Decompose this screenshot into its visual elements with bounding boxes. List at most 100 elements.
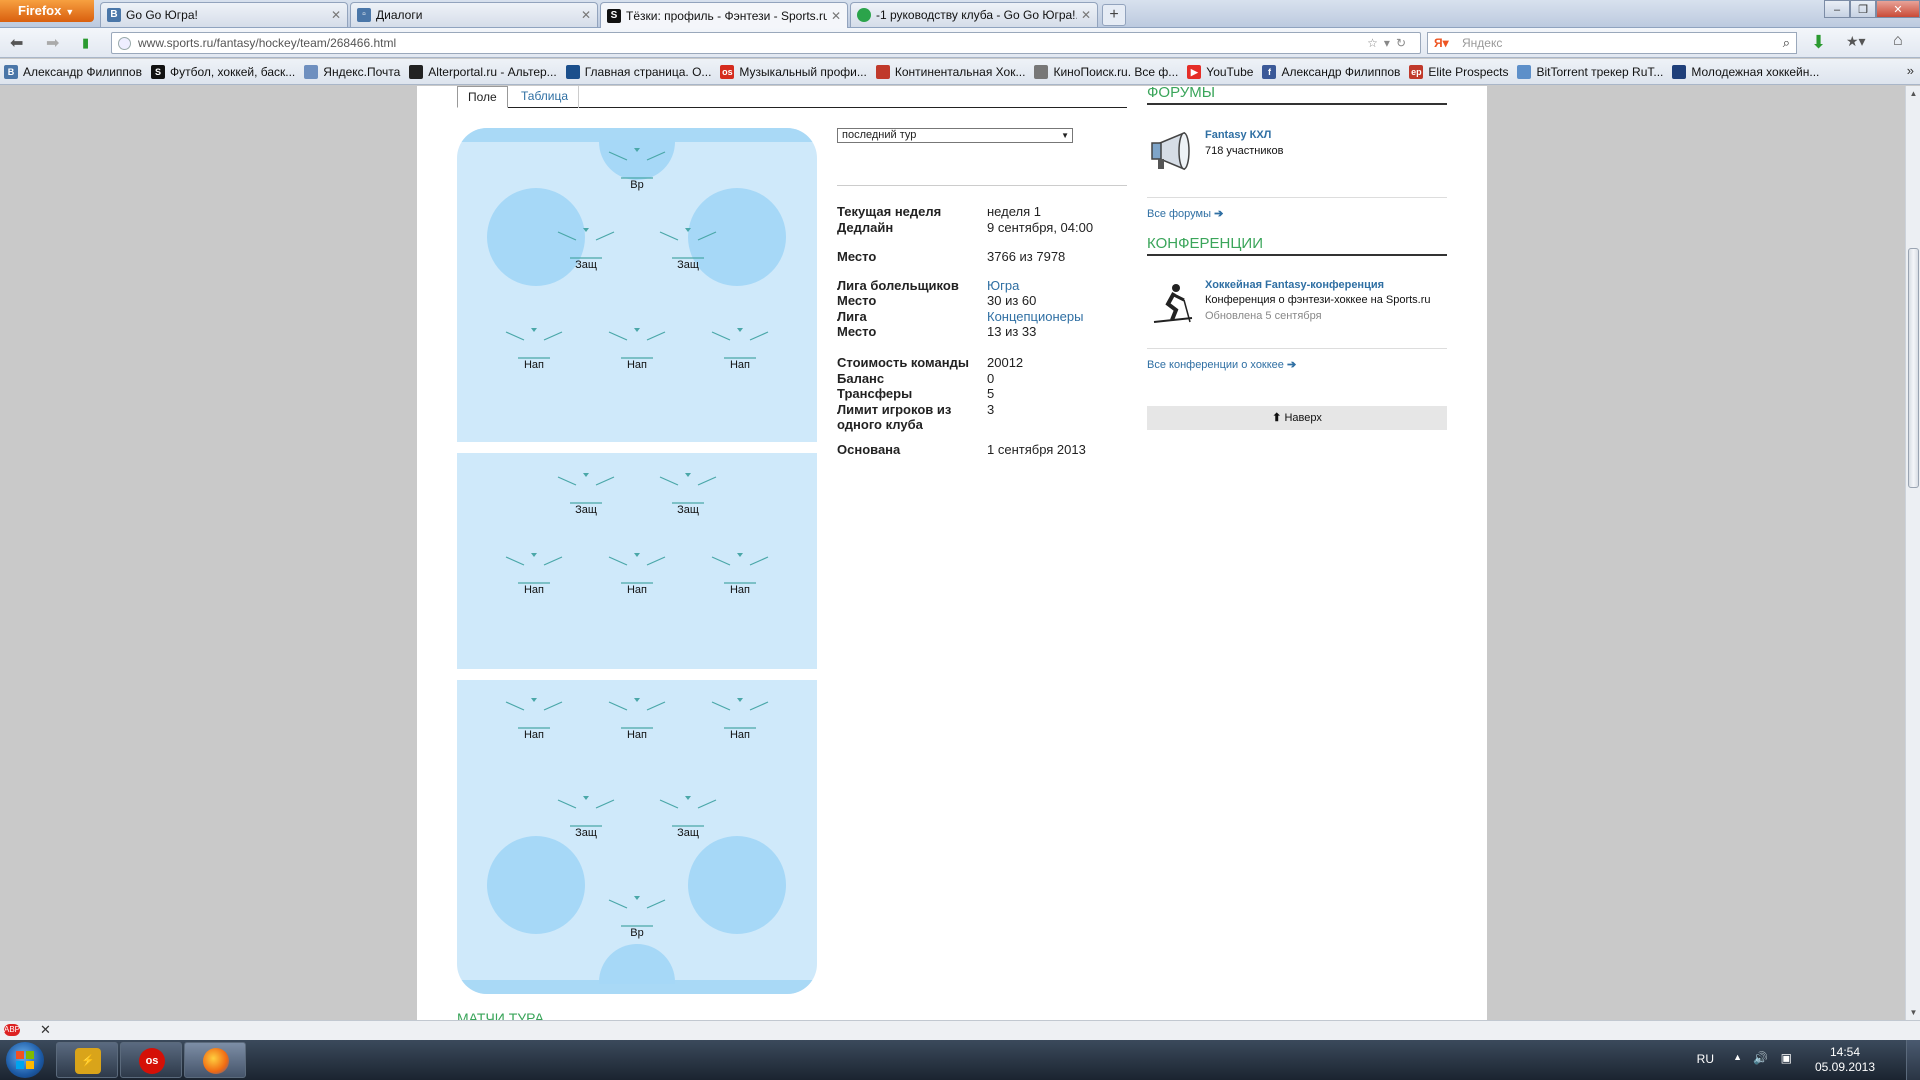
maximize-button[interactable]: ❐ (1850, 0, 1876, 18)
player-slot-defense[interactable]: Защ (554, 473, 618, 516)
tab-field[interactable]: Поле (457, 86, 508, 108)
player-slot-goalie[interactable]: Вр (605, 148, 669, 191)
player-slot-forward[interactable]: Нап (605, 553, 669, 596)
forum-members: 718 участников (1205, 145, 1284, 157)
bookmark-item[interactable]: Alterportal.ru - Альтер... (409, 64, 557, 79)
close-icon[interactable]: ✕ (831, 9, 841, 23)
firefox-menu-button[interactable]: Firefox ▼ (0, 0, 94, 22)
position-label: Защ (677, 827, 699, 839)
vertical-scrollbar[interactable]: ▲ ▼ (1905, 86, 1920, 1020)
bookmark-item[interactable]: ep Elite Prospects (1409, 64, 1508, 79)
clock-date: 05.09.2013 (1814, 1060, 1876, 1074)
browser-tab[interactable]: -1 руководству клуба - Go Go Югра!... ✕ (850, 2, 1098, 27)
player-slot-forward[interactable]: Нап (708, 328, 772, 371)
forum-link[interactable]: Fantasy КХЛ (1205, 129, 1271, 141)
all-forums-label: Все форумы (1147, 208, 1212, 220)
search-icon[interactable]: ⌕ (1783, 35, 1790, 51)
round-select[interactable]: последний тур ▼ (837, 128, 1073, 143)
bookmark-item[interactable]: Континентальная Хок... (875, 64, 1025, 79)
network-icon[interactable]: ▣ (1781, 1051, 1792, 1065)
bookmarks-overflow-icon[interactable]: » (1907, 63, 1914, 78)
player-slot-goalie[interactable]: Вр (605, 896, 669, 939)
player-slot-forward[interactable]: Нап (502, 553, 566, 596)
search-bar[interactable]: Я▾ Яндекс ⌕ (1427, 32, 1797, 54)
all-forums-link[interactable]: Все форумы ➔ (1147, 207, 1223, 220)
addon-icon[interactable]: ABP (4, 1024, 20, 1036)
close-window-button[interactable]: ✕ (1876, 0, 1920, 18)
bookmark-item[interactable]: КиноПоиск.ru. Все ф... (1034, 64, 1178, 79)
player-slot-defense[interactable]: Защ (656, 228, 720, 271)
team-info-link[interactable]: Югра (987, 278, 1127, 293)
taskbar-winamp[interactable]: ⚡ (56, 1042, 118, 1078)
arrow-right-icon: ➔ (1286, 359, 1297, 371)
taskbar-lastfm[interactable]: os (120, 1042, 182, 1078)
team-info-value: 3766 из 7978 (987, 249, 1066, 264)
player-slot-forward[interactable]: Нап (605, 328, 669, 371)
bookmark-item[interactable]: Главная страница. О... (565, 64, 711, 79)
scroll-up-arrow-icon[interactable]: ▲ (1906, 86, 1920, 101)
bookmark-item[interactable]: f Александр Филиппов (1262, 64, 1400, 79)
minimize-button[interactable]: – (1824, 0, 1850, 18)
bookmark-label: Alterportal.ru - Альтер... (428, 64, 557, 79)
position-label: Нап (523, 729, 545, 741)
bookmark-item[interactable]: Молодежная хоккейн... (1672, 64, 1819, 79)
browser-tab[interactable]: ▫ Диалоги ✕ (350, 2, 598, 27)
bookmark-favicon-icon (304, 64, 319, 79)
url-bar[interactable]: www.sports.ru/fantasy/hockey/team/268466… (111, 32, 1421, 54)
player-slot-defense[interactable]: Защ (554, 228, 618, 271)
browser-tab-active[interactable]: S Тёзки: профиль - Фэнтези - Sports.ru ✕ (600, 2, 848, 28)
arrow-up-icon: ⬆ (1272, 412, 1282, 424)
bookmarks-menu-icon[interactable]: ★▾ (1846, 33, 1866, 50)
player-slot-defense[interactable]: Защ (656, 473, 720, 516)
scrollbar-thumb[interactable] (1908, 248, 1919, 488)
yandex-icon[interactable]: Я▾ (1434, 36, 1449, 50)
player-slot-forward[interactable]: Нап (502, 328, 566, 371)
close-icon[interactable]: ✕ (40, 1022, 51, 1038)
back-to-top-button[interactable]: ⬆ Наверх (1147, 406, 1447, 430)
forward-button[interactable]: ➡ (46, 33, 59, 53)
volume-icon[interactable]: 🔊 (1753, 1051, 1768, 1065)
signal-icon[interactable]: ▮ (82, 35, 89, 51)
player-slot-forward[interactable]: Нап (708, 698, 772, 741)
player-slot-forward[interactable]: Нап (502, 698, 566, 741)
navigation-bar: ⬅ ➡ ▮ www.sports.ru/fantasy/hockey/team/… (0, 28, 1920, 58)
language-indicator[interactable]: RU (1697, 1052, 1714, 1066)
all-conferences-link[interactable]: Все конференции о хоккее ➔ (1147, 358, 1296, 371)
conference-description: Конференция о фэнтези-хоккее на Sports.r… (1205, 294, 1431, 306)
close-icon[interactable]: ✕ (1081, 8, 1091, 22)
bookmark-item[interactable]: BitTorrent трекер RuT... (1517, 64, 1663, 79)
bookmark-star-icon[interactable]: ☆▾↻ (1367, 36, 1412, 50)
position-label: Вр (630, 179, 644, 191)
skier-icon (1153, 284, 1193, 323)
close-icon[interactable]: ✕ (581, 8, 591, 22)
close-icon[interactable]: ✕ (331, 8, 341, 22)
home-icon[interactable]: ⌂ (1893, 32, 1903, 50)
clock[interactable]: 14:54 05.09.2013 (1810, 1045, 1880, 1075)
team-info-value: 0 (987, 371, 995, 386)
conference-link[interactable]: Хоккейная Fantasy-конференция (1205, 279, 1384, 291)
bookmark-item[interactable]: ▶ YouTube (1187, 64, 1253, 79)
player-slot-defense[interactable]: Защ (656, 796, 720, 839)
goal-crease (599, 944, 675, 984)
player-slot-forward[interactable]: Нап (708, 553, 772, 596)
player-slot-forward[interactable]: Нап (605, 698, 669, 741)
back-button[interactable]: ⬅ (10, 33, 23, 53)
taskbar-firefox[interactable] (184, 1042, 246, 1078)
browser-tab[interactable]: B Go Go Югра! ✕ (100, 2, 348, 27)
megaphone-icon (1151, 131, 1190, 171)
bookmark-item[interactable]: Яндекс.Почта (304, 64, 400, 79)
bookmark-item[interactable]: os Музыкальный профи... (720, 64, 867, 79)
bookmark-item[interactable]: S Футбол, хоккей, баск... (150, 64, 295, 79)
show-desktop-button[interactable] (1906, 1040, 1920, 1080)
scroll-down-arrow-icon[interactable]: ▼ (1906, 1005, 1920, 1020)
new-tab-button[interactable]: + (1102, 4, 1126, 26)
bookmark-item[interactable]: B Александр Филиппов (4, 64, 142, 79)
tray-expand-icon[interactable]: ▲ (1733, 1052, 1742, 1062)
divider (1147, 197, 1447, 198)
player-slot-defense[interactable]: Защ (554, 796, 618, 839)
download-icon[interactable]: ⬇ (1811, 32, 1826, 53)
team-info-link[interactable]: Концепционеры (987, 309, 1127, 324)
start-button[interactable] (6, 1042, 44, 1078)
team-info-label: Дедлайн (837, 220, 894, 235)
tab-table[interactable]: Таблица (511, 86, 580, 108)
